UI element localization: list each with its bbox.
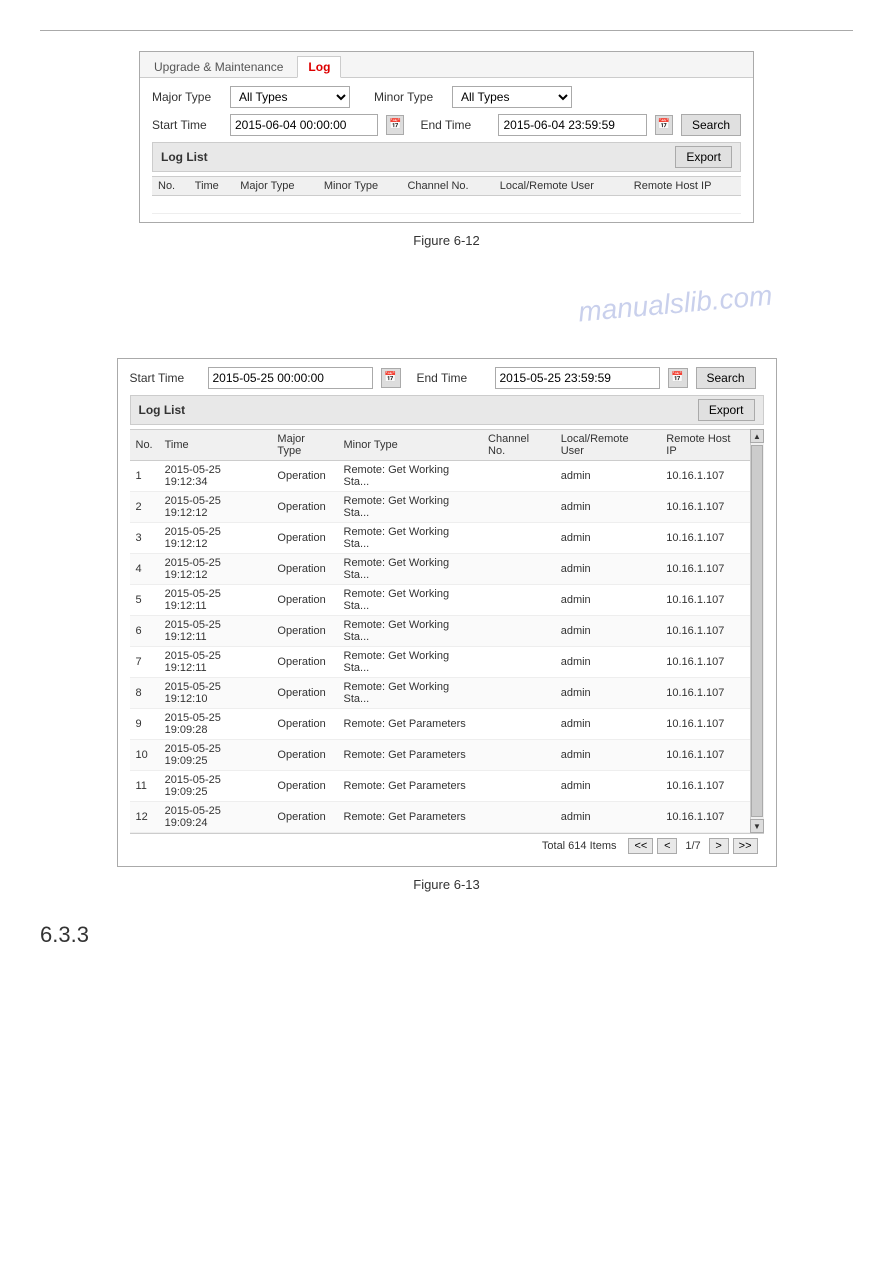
- table-row: 72015-05-25 19:12:11OperationRemote: Get…: [130, 647, 750, 678]
- scrollbar-up-btn[interactable]: ▲: [750, 429, 764, 443]
- scrollbar[interactable]: ▲ ▼: [750, 429, 764, 833]
- page-last-btn[interactable]: >>: [733, 838, 758, 854]
- col-channel-13: Channel No.: [482, 430, 555, 461]
- table-row: 42015-05-25 19:12:12OperationRemote: Get…: [130, 554, 750, 585]
- end-time-calendar-icon-13[interactable]: 📅: [668, 368, 688, 388]
- tab-log[interactable]: Log: [297, 56, 341, 78]
- log-list-label: Log List: [161, 150, 208, 164]
- watermark-area: manualslib.com: [40, 268, 853, 348]
- pagination-total: Total 614 Items: [542, 840, 617, 852]
- end-time-label: End Time: [420, 118, 490, 132]
- col-no-13: No.: [130, 430, 159, 461]
- start-time-label-13: Start Time: [130, 371, 200, 385]
- search-button-13[interactable]: Search: [696, 367, 756, 389]
- form13-row-times: Start Time 📅 End Time 📅 Search: [130, 367, 764, 389]
- minor-type-select-wrapper: All Types: [452, 86, 572, 108]
- col-no: No.: [152, 177, 189, 196]
- table-row: 92015-05-25 19:09:28OperationRemote: Get…: [130, 709, 750, 740]
- start-time-label: Start Time: [152, 118, 222, 132]
- start-time-calendar-icon[interactable]: 📅: [386, 115, 404, 135]
- minor-type-label: Minor Type: [374, 90, 444, 104]
- figure13-panel: Start Time 📅 End Time 📅 Search Log List …: [117, 358, 777, 867]
- panel12-body: Major Type All Types Minor Type All Type…: [140, 78, 753, 222]
- table-row: 122015-05-25 19:09:24OperationRemote: Ge…: [130, 802, 750, 833]
- table-header-row-13: No. Time Major Type Minor Type Channel N…: [130, 430, 750, 461]
- table-row: 12015-05-25 19:12:34OperationRemote: Get…: [130, 461, 750, 492]
- major-type-select-wrapper: All Types: [230, 86, 350, 108]
- col-user: Local/Remote User: [494, 177, 628, 196]
- major-type-select[interactable]: All Types: [230, 86, 350, 108]
- start-time-input-13[interactable]: [208, 367, 373, 389]
- section-633-heading: 6.3.3: [40, 922, 853, 948]
- table-row: 22015-05-25 19:12:12OperationRemote: Get…: [130, 492, 750, 523]
- table-row: [152, 196, 741, 214]
- scrollbar-down-btn[interactable]: ▼: [750, 819, 764, 833]
- figure12-caption: Figure 6-12: [40, 233, 853, 248]
- start-time-input[interactable]: [230, 114, 378, 136]
- page-next-btn[interactable]: >: [709, 838, 729, 854]
- col-minor-type: Minor Type: [318, 177, 402, 196]
- table-row: 62015-05-25 19:12:11OperationRemote: Get…: [130, 616, 750, 647]
- start-time-calendar-icon-13[interactable]: 📅: [381, 368, 401, 388]
- col-major-type: Major Type: [234, 177, 318, 196]
- page-prev-btn[interactable]: <: [657, 838, 677, 854]
- form-row-types: Major Type All Types Minor Type All Type…: [152, 86, 741, 108]
- panel13-body: Start Time 📅 End Time 📅 Search Log List …: [118, 359, 776, 866]
- figure12-panel: Upgrade & Maintenance Log Major Type All…: [139, 51, 754, 223]
- table-scroll-container: No. Time Major Type Minor Type Channel N…: [130, 429, 764, 833]
- col-minor-type-13: Minor Type: [338, 430, 483, 461]
- table-row: 112015-05-25 19:09:25OperationRemote: Ge…: [130, 771, 750, 802]
- log-list-bar-13: Log List Export: [130, 395, 764, 425]
- end-time-input[interactable]: [498, 114, 646, 136]
- col-time: Time: [189, 177, 235, 196]
- page-first-btn[interactable]: <<: [628, 838, 653, 854]
- log-list-label-13: Log List: [139, 403, 186, 417]
- log-table-12: No. Time Major Type Minor Type Channel N…: [152, 176, 741, 214]
- form-row-times: Start Time 📅 End Time 📅 Search: [152, 114, 741, 136]
- tab-upgrade-maintenance[interactable]: Upgrade & Maintenance: [148, 57, 289, 77]
- table-row: 102015-05-25 19:09:25OperationRemote: Ge…: [130, 740, 750, 771]
- col-ip-13: Remote Host IP: [660, 430, 749, 461]
- end-time-calendar-icon[interactable]: 📅: [655, 115, 673, 135]
- table-scroll-wrap: No. Time Major Type Minor Type Channel N…: [130, 429, 750, 833]
- col-ip: Remote Host IP: [628, 177, 741, 196]
- col-user-13: Local/Remote User: [555, 430, 661, 461]
- table-row: 82015-05-25 19:12:10OperationRemote: Get…: [130, 678, 750, 709]
- table-row: 32015-05-25 19:12:12OperationRemote: Get…: [130, 523, 750, 554]
- page-number: 1/7: [681, 839, 704, 853]
- col-channel: Channel No.: [401, 177, 493, 196]
- log-list-bar: Log List Export: [152, 142, 741, 172]
- col-major-type-13: Major Type: [271, 430, 337, 461]
- table-header-row: No. Time Major Type Minor Type Channel N…: [152, 177, 741, 196]
- search-button[interactable]: Search: [681, 114, 741, 136]
- figure13-caption: Figure 6-13: [40, 877, 853, 892]
- export-button[interactable]: Export: [675, 146, 732, 168]
- table-row: 52015-05-25 19:12:11OperationRemote: Get…: [130, 585, 750, 616]
- top-divider: [40, 30, 853, 31]
- scrollbar-thumb[interactable]: [751, 445, 763, 817]
- end-time-input-13[interactable]: [495, 367, 660, 389]
- panel-tabs: Upgrade & Maintenance Log: [140, 52, 753, 78]
- col-time-13: Time: [159, 430, 272, 461]
- major-type-label: Major Type: [152, 90, 222, 104]
- watermark-text: manualslib.com: [577, 280, 774, 329]
- end-time-label-13: End Time: [417, 371, 487, 385]
- log-table-13: No. Time Major Type Minor Type Channel N…: [130, 429, 750, 833]
- minor-type-select[interactable]: All Types: [452, 86, 572, 108]
- export-button-13[interactable]: Export: [698, 399, 755, 421]
- pagination-bar: Total 614 Items << < 1/7 > >>: [130, 833, 764, 858]
